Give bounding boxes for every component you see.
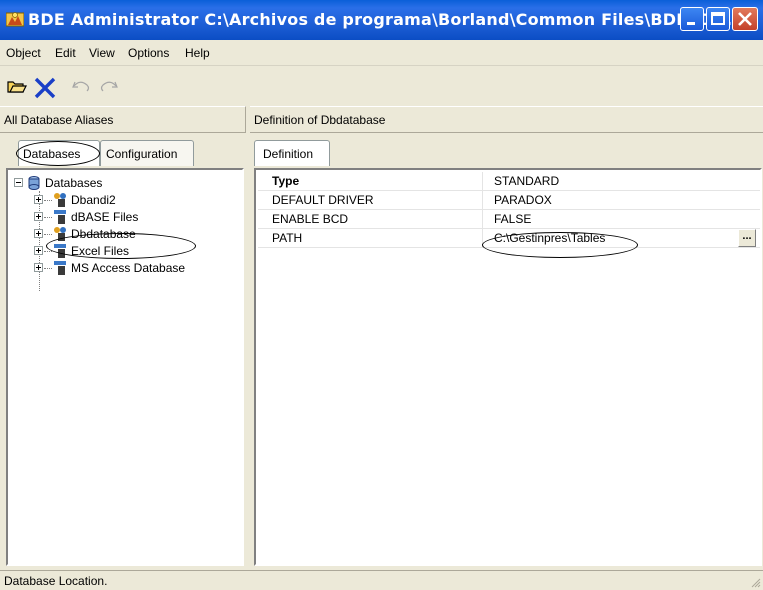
tree-item-label: dBASE Files [71,210,139,224]
database-alias-icon [54,261,66,275]
definition-row-enable-bcd[interactable]: ENABLE BCD FALSE [258,210,760,229]
tree-root-label: Databases [45,176,103,190]
maximize-icon [711,12,725,25]
database-alias-icon [54,210,66,224]
definition-row-path[interactable]: PATH C:\Gestinpres\Tables ... [258,229,760,248]
tree-item-label: MS Access Database [71,261,186,275]
definition-value: STANDARD [494,174,560,188]
alias-tree-panel[interactable]: Databases Dbandi2 dBASE Files Dbdatabase… [6,168,244,566]
tab-configuration-label: Configuration [106,147,178,161]
title-bar[interactable]: BDE Administrator C:\Archivos de program… [0,0,763,40]
tree-item-dbase-files[interactable]: dBASE Files [8,209,238,225]
tree-connector [44,251,52,252]
tree-item-ms-access-database[interactable]: MS Access Database [8,260,238,276]
menu-edit[interactable]: Edit [55,46,76,60]
expand-dbase-files-icon[interactable] [34,212,43,221]
tab-databases-label: Databases [23,147,81,161]
left-header-label: All Database Aliases [4,113,114,127]
tree-item-label: Excel Files [71,244,130,258]
database-alias-icon [54,244,66,258]
open-folder-icon[interactable] [6,76,28,96]
status-text: Database Location. [4,574,108,588]
collapse-root-icon[interactable] [14,178,23,187]
tab-definition-label: Definition [263,147,314,161]
resize-grip-icon[interactable] [749,576,761,588]
tab-databases[interactable]: Databases [18,140,100,166]
tree-item-excel-files[interactable]: Excel Files [8,243,238,259]
tree-connector [44,217,52,218]
window-title: BDE Administrator C:\Archivos de program… [28,10,745,29]
definition-row-type[interactable]: Type STANDARD [258,172,760,191]
undo-icon[interactable] [70,76,92,96]
tree-connector [44,200,52,201]
tree-connector [44,268,52,269]
definition-value[interactable]: PARADOX [494,193,552,207]
right-header-label: Definition of Dbdatabase [254,113,386,127]
tab-configuration[interactable]: Configuration [100,140,194,166]
definition-panel[interactable]: Type STANDARD DEFAULT DRIVER PARADOX ENA… [254,168,762,566]
tree-item-dbdatabase[interactable]: Dbdatabase [8,226,238,242]
maximize-button[interactable] [706,7,730,31]
menu-view[interactable]: View [89,46,115,60]
definition-key: Type [272,174,300,188]
minimize-icon [687,22,695,25]
databases-root-icon [28,176,40,190]
definition-row-default-driver[interactable]: DEFAULT DRIVER PARADOX [258,191,760,210]
definition-key: DEFAULT DRIVER [272,193,374,207]
definition-key: PATH [272,231,303,245]
definition-key: ENABLE BCD [272,212,349,226]
expand-excel-files-icon[interactable] [34,246,43,255]
bde-administrator-window: BDE Administrator C:\Archivos de program… [0,0,763,590]
expand-dbandi2-icon[interactable] [34,195,43,204]
tree-item-label: Dbandi2 [71,193,116,207]
menu-options[interactable]: Options [128,46,169,60]
menu-bar: Object Edit View Options Help [0,40,763,66]
menu-object[interactable]: Object [6,46,41,60]
left-panel-header: All Database Aliases [0,106,246,133]
delete-x-icon[interactable] [32,76,58,100]
tree-item-label: Dbdatabase [71,227,136,241]
tab-definition[interactable]: Definition [254,140,330,166]
minimize-button[interactable] [680,7,704,31]
expand-dbdatabase-icon[interactable] [34,229,43,238]
status-bar: Database Location. [0,570,763,590]
tree-item-dbandi2[interactable]: Dbandi2 [8,192,238,208]
expand-ms-access-icon[interactable] [34,263,43,272]
browse-path-button[interactable]: ... [738,229,756,247]
redo-icon[interactable] [96,76,120,96]
close-icon [738,12,752,26]
tree-connector [44,234,52,235]
path-value-field[interactable]: C:\Gestinpres\Tables [494,231,605,245]
database-alias-icon [54,227,66,241]
menu-help[interactable]: Help [185,46,210,60]
toolbar [0,70,763,104]
definition-value[interactable]: FALSE [494,212,531,226]
bde-app-icon [6,12,24,27]
tree-root-databases[interactable]: Databases [8,175,238,191]
database-alias-icon [54,193,66,207]
right-panel-header: Definition of Dbdatabase [250,106,763,133]
close-button[interactable] [732,7,758,31]
